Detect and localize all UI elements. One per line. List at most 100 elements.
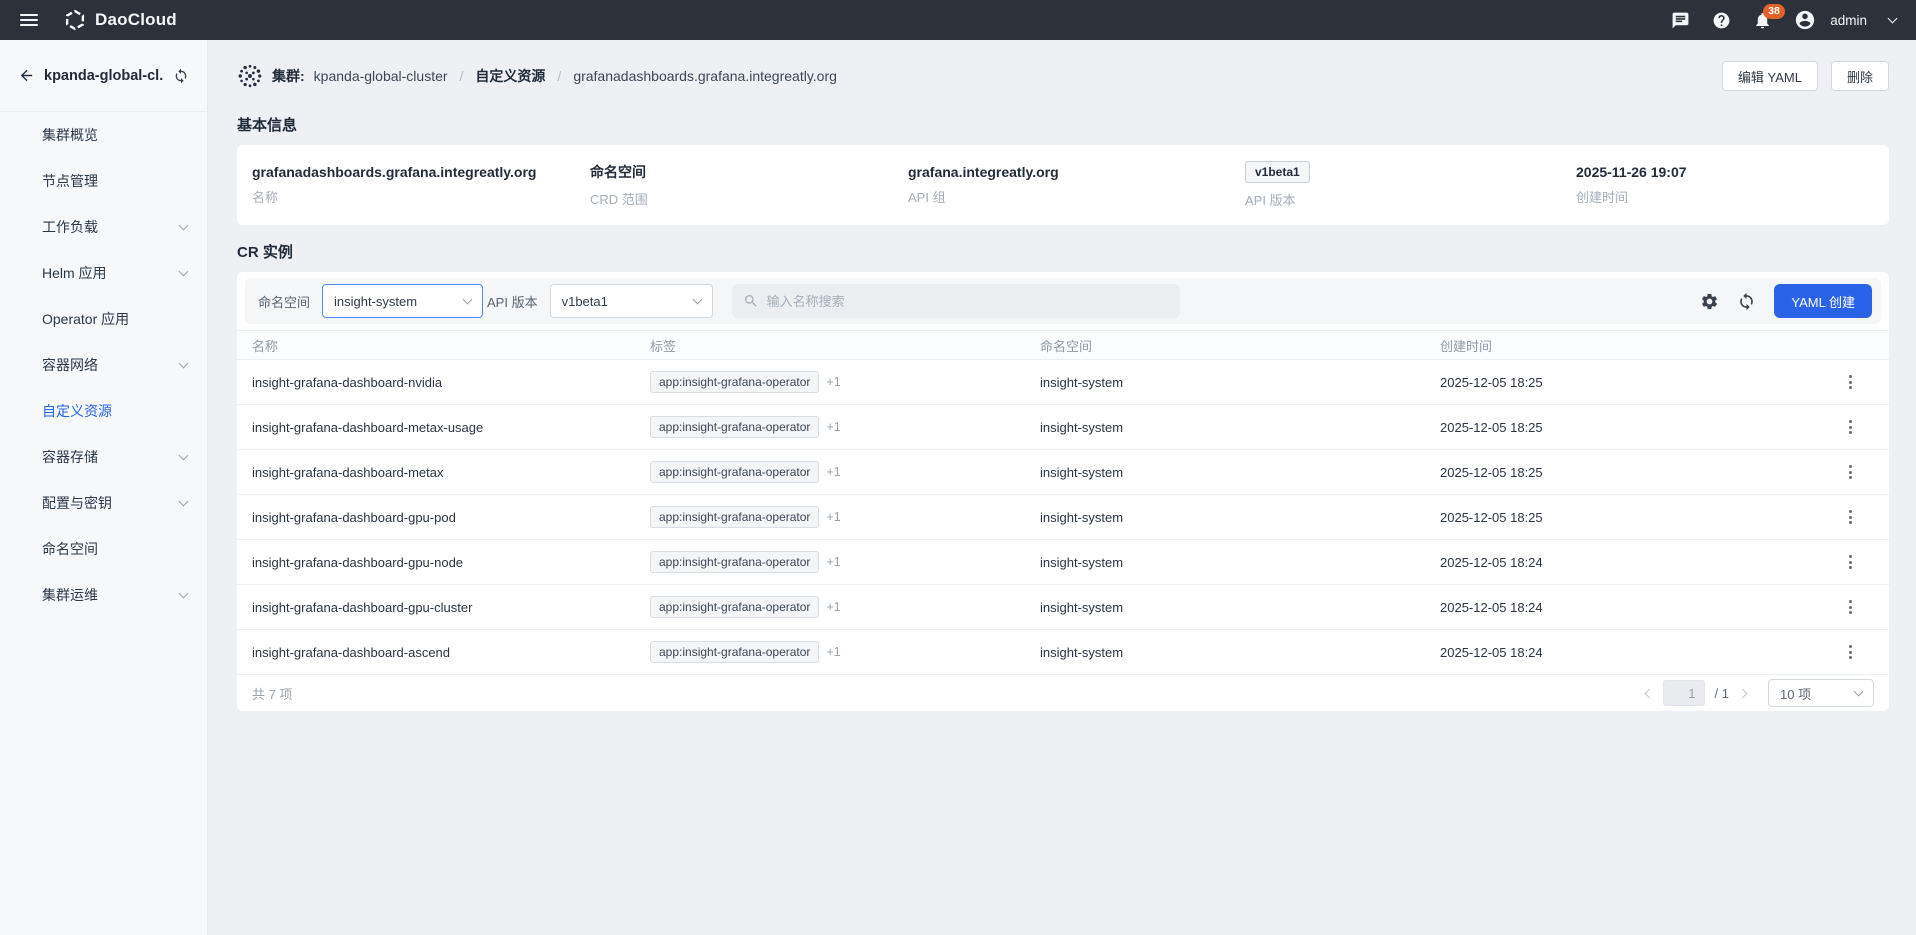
sidebar-item-label: 配置与密钥 [42,493,180,513]
row-actions-kebab-icon[interactable] [1826,639,1874,665]
row-actions-kebab-icon[interactable] [1826,594,1874,620]
delete-button[interactable]: 删除 [1831,61,1889,91]
pagination-prev-icon[interactable] [1644,688,1654,698]
row-created: 2025-12-05 18:25 [1440,420,1826,435]
sidebar-item[interactable]: 配置与密钥 [0,480,207,526]
breadcrumb-cluster-label: 集群: [272,66,305,86]
info-field-name: grafanadashboards.grafana.integreatly.or… [252,164,590,206]
column-header-namespace: 命名空间 [1040,336,1440,355]
info-value: 2025-11-26 19:07 [1576,164,1874,180]
sidebar-item[interactable]: 容器存储 [0,434,207,480]
sidebar-item-label: 自定义资源 [42,401,180,421]
row-namespace: insight-system [1040,510,1440,525]
total-count: 共 7 项 [252,684,292,703]
row-labels: app:insight-grafana-operator +1 [650,461,1040,483]
page-total: / 1 [1715,686,1729,701]
row-actions-kebab-icon[interactable] [1826,414,1874,440]
table-row[interactable]: insight-grafana-dashboard-gpu-node app:i… [237,540,1889,585]
table-row[interactable]: insight-grafana-dashboard-ascend app:ins… [237,630,1889,675]
user-menu[interactable]: admin [1830,13,1867,28]
pagination-next-icon[interactable] [1738,688,1748,698]
table-row[interactable]: insight-grafana-dashboard-gpu-cluster ap… [237,585,1889,630]
sidebar-item[interactable]: 集群运维 [0,572,207,618]
table-row[interactable]: insight-grafana-dashboard-metax app:insi… [237,450,1889,495]
breadcrumb-section[interactable]: 自定义资源 [475,66,545,86]
back-icon[interactable] [18,67,35,84]
api-version-select[interactable]: v1beta1 [550,284,713,318]
sidebar-item[interactable]: 容器网络 [0,342,207,388]
sidebar-item[interactable]: 节点管理 [0,158,207,204]
sidebar-item[interactable]: 工作负载 [0,204,207,250]
gear-icon[interactable] [1700,292,1719,311]
row-actions-kebab-icon[interactable] [1826,549,1874,575]
label-more-count: +1 [826,510,840,524]
search-box [732,284,1180,318]
table-row[interactable]: insight-grafana-dashboard-gpu-pod app:in… [237,495,1889,540]
row-namespace: insight-system [1040,465,1440,480]
row-name[interactable]: insight-grafana-dashboard-gpu-node [252,555,650,570]
refresh-icon[interactable] [1737,292,1756,311]
row-name[interactable]: insight-grafana-dashboard-nvidia [252,375,650,390]
row-actions-kebab-icon[interactable] [1826,369,1874,395]
table-row[interactable]: insight-grafana-dashboard-nvidia app:ins… [237,360,1889,405]
namespace-select[interactable]: insight-system [322,284,483,318]
info-label: 名称 [252,187,590,206]
sidebar-item-label: 集群概览 [42,125,180,145]
info-field-api-version: v1beta1 API 版本 [1245,161,1576,209]
brand-logo[interactable]: DaoCloud [64,9,177,31]
row-labels: app:insight-grafana-operator +1 [650,641,1040,663]
sidebar-item-label: 容器网络 [42,355,180,375]
avatar-icon[interactable] [1794,9,1816,31]
row-actions-kebab-icon[interactable] [1826,504,1874,530]
api-version-select-value: v1beta1 [562,294,608,309]
row-name[interactable]: insight-grafana-dashboard-ascend [252,645,650,660]
sidebar-item-label: 容器存储 [42,447,180,467]
label-more-count: +1 [826,420,840,434]
table-body: insight-grafana-dashboard-nvidia app:ins… [237,360,1889,675]
row-actions-kebab-icon[interactable] [1826,459,1874,485]
sidebar-item-label: 集群运维 [42,585,180,605]
switch-cluster-icon[interactable] [173,68,189,84]
help-icon[interactable] [1712,11,1731,30]
info-field-api-group: grafana.integreatly.org API 组 [908,164,1245,206]
hamburger-icon[interactable] [20,14,38,26]
info-field-created: 2025-11-26 19:07 创建时间 [1576,164,1874,206]
pagination: / 1 10 项 [1646,679,1874,707]
breadcrumb-cluster-value[interactable]: kpanda-global-cluster [314,68,448,84]
sidebar-item[interactable]: 集群概览 [0,112,207,158]
sidebar-item[interactable]: Helm 应用 [0,250,207,296]
label-more-count: +1 [826,465,840,479]
row-name[interactable]: insight-grafana-dashboard-metax-usage [252,420,650,435]
row-name[interactable]: insight-grafana-dashboard-gpu-pod [252,510,650,525]
row-name[interactable]: insight-grafana-dashboard-metax [252,465,650,480]
breadcrumb: 集群: kpanda-global-cluster / 自定义资源 / graf… [237,63,837,89]
info-value: grafana.integreatly.org [908,164,1245,180]
info-label: API 组 [908,187,1245,206]
notifications-bell-icon[interactable]: 38 [1753,11,1772,30]
info-label: 创建时间 [1576,187,1874,206]
column-header-created: 创建时间 [1440,336,1826,355]
edit-yaml-button[interactable]: 编辑 YAML [1722,61,1818,91]
search-icon [743,293,759,309]
cluster-icon [237,63,263,89]
page-size-select[interactable]: 10 项 [1768,679,1874,707]
chevron-down-icon [179,589,189,599]
sidebar-item-label: Operator 应用 [42,309,180,329]
page-number-input[interactable] [1663,680,1705,706]
row-name[interactable]: insight-grafana-dashboard-gpu-cluster [252,600,650,615]
sidebar-item[interactable]: 命名空间 [0,526,207,572]
user-chevron-down-icon[interactable] [1888,13,1898,23]
sidebar-item[interactable]: 自定义资源 [0,388,207,434]
label-more-count: +1 [826,600,840,614]
search-input[interactable] [767,294,1169,309]
table-row[interactable]: insight-grafana-dashboard-metax-usage ap… [237,405,1889,450]
yaml-create-button[interactable]: YAML 创建 [1774,284,1872,318]
breadcrumb-resource: grafanadashboards.grafana.integreatly.or… [573,68,837,84]
column-header-name: 名称 [252,336,650,355]
breadcrumb-row: 集群: kpanda-global-cluster / 自定义资源 / graf… [237,40,1889,98]
sidebar-nav: 集群概览 节点管理 工作负载 Helm 应用 Operator 应用 容器网络 … [0,112,207,618]
basic-info-title: 基本信息 [237,114,1889,132]
sidebar: kpanda-global-cl... 集群概览 节点管理 工作负载 Helm … [0,40,208,935]
chat-icon[interactable] [1671,11,1690,30]
sidebar-item[interactable]: Operator 应用 [0,296,207,342]
